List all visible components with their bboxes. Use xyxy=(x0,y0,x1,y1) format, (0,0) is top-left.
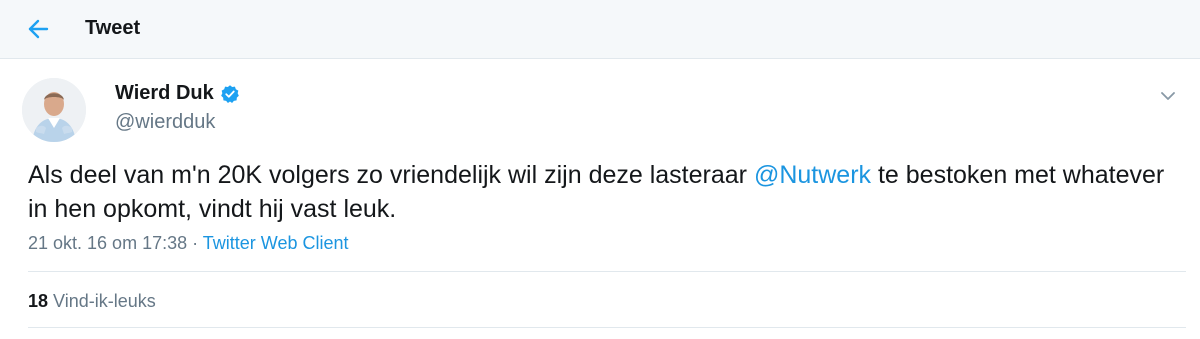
back-button[interactable] xyxy=(22,14,54,44)
verified-badge-icon xyxy=(220,84,239,103)
likes-count: 18 xyxy=(28,291,49,311)
author-handle[interactable]: @wierdduk xyxy=(115,111,215,134)
timestamp[interactable]: 21 okt. 16 om 17:38 xyxy=(28,233,187,253)
tweet-text: Als deel van m'n 20K volgers zo vriendel… xyxy=(28,158,1178,226)
chevron-down-icon xyxy=(1161,91,1175,100)
author-name-text: Wierd Duk xyxy=(115,82,214,104)
top-bar: Tweet xyxy=(0,0,1200,59)
page-title: Tweet xyxy=(85,17,141,39)
meta-separator: · xyxy=(187,233,203,253)
author-name[interactable]: Wierd Duk xyxy=(115,82,240,105)
arrow-left-icon xyxy=(28,19,49,39)
source-link[interactable]: Twitter Web Client xyxy=(203,233,349,253)
more-options-button[interactable] xyxy=(1158,86,1178,106)
mention-link[interactable]: @Nutwerk xyxy=(754,161,871,189)
avatar-photo xyxy=(22,78,86,142)
likes-stat[interactable]: 18 Vind-ik-leuks xyxy=(28,291,156,312)
tweet-text-before: Als deel van m'n 20K volgers zo vriendel… xyxy=(28,161,754,189)
divider xyxy=(28,327,1186,328)
divider xyxy=(28,271,1186,272)
likes-label: Vind-ik-leuks xyxy=(53,291,156,311)
tweet-page: Tweet Wierd Duk @wierdduk Als deel van m… xyxy=(0,0,1200,339)
avatar[interactable] xyxy=(22,78,86,142)
tweet-meta: 21 okt. 16 om 17:38 · Twitter Web Client xyxy=(28,233,349,254)
